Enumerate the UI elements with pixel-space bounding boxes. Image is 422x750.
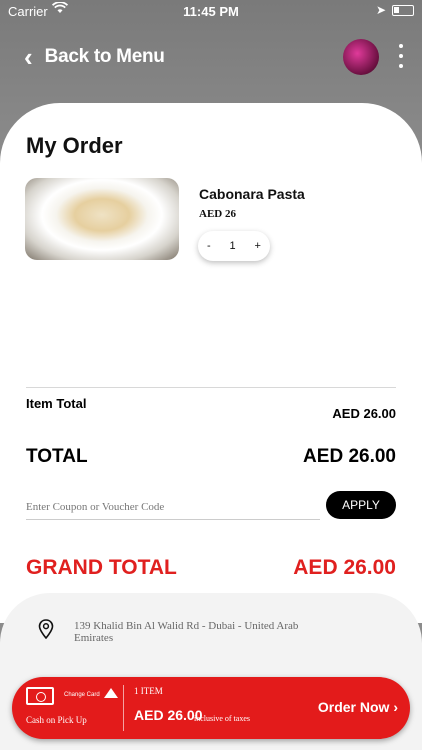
divider bbox=[123, 685, 124, 731]
battery-icon bbox=[392, 5, 414, 16]
total-label: TOTAL bbox=[26, 446, 88, 467]
increment-button[interactable]: + bbox=[255, 240, 261, 252]
clock: 11:45 PM bbox=[183, 4, 239, 19]
change-card-link[interactable]: Change Card bbox=[64, 692, 100, 698]
item-price: AED 26 bbox=[199, 208, 236, 220]
page-title: My Order bbox=[26, 133, 123, 158]
back-to-menu-button[interactable]: ‹ Back to Menu bbox=[24, 44, 165, 70]
apply-coupon-button[interactable]: APPLY bbox=[326, 491, 396, 519]
tax-note: inclusive of taxes bbox=[194, 714, 250, 723]
coupon-input[interactable] bbox=[26, 494, 320, 520]
item-name: Cabonara Pasta bbox=[199, 186, 305, 202]
chevron-left-icon: ‹ bbox=[24, 42, 33, 72]
items-count: 1 ITEM bbox=[134, 686, 163, 696]
back-to-menu-label: Back to Menu bbox=[44, 46, 165, 67]
cash-icon bbox=[26, 687, 54, 705]
delivery-address[interactable]: 139 Khalid Bin Al Walid Rd - Dubai - Uni… bbox=[74, 620, 324, 644]
location-arrow-icon: ➤ bbox=[375, 3, 386, 17]
payment-method: Cash on Pick Up bbox=[26, 715, 87, 725]
caret-up-icon[interactable] bbox=[104, 688, 118, 698]
quantity-stepper: - 1 + bbox=[198, 231, 270, 261]
checkout-bar: Change Card Cash on Pick Up 1 ITEM AED 2… bbox=[12, 677, 410, 739]
divider bbox=[26, 387, 396, 388]
item-total-value: AED 26.00 bbox=[332, 406, 396, 421]
item-total-label: Item Total bbox=[26, 396, 87, 411]
order-now-button[interactable]: Order Now › bbox=[318, 699, 398, 715]
checkout-total: AED 26.00 bbox=[134, 707, 203, 723]
location-pin-icon bbox=[38, 619, 54, 640]
decrement-button[interactable]: - bbox=[207, 240, 211, 252]
item-image bbox=[25, 178, 179, 260]
grand-total-label: GRAND TOTAL bbox=[26, 556, 177, 579]
total-value: AED 26.00 bbox=[303, 446, 396, 467]
grand-total-value: AED 26.00 bbox=[293, 556, 396, 579]
quantity-value: 1 bbox=[229, 240, 236, 252]
status-bar: Carrier 11:45 PM ➤ bbox=[0, 0, 422, 24]
kebab-menu-icon[interactable] bbox=[396, 44, 406, 68]
avatar[interactable] bbox=[343, 39, 379, 75]
